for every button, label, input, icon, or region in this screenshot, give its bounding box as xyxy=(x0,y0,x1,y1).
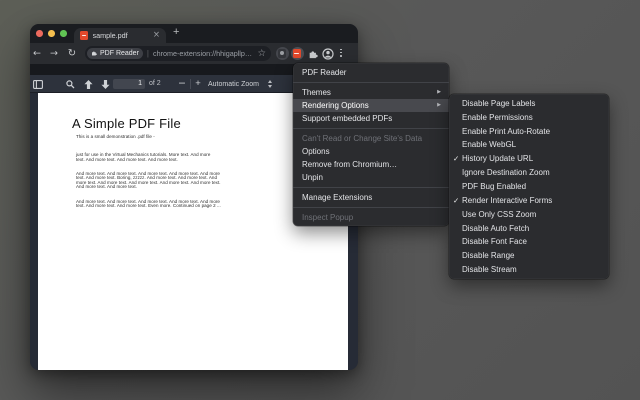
window-zoom-button[interactable] xyxy=(60,30,67,37)
menu-separator xyxy=(293,82,449,83)
back-button[interactable]: ← xyxy=(30,43,44,64)
submenu-item-enable-permissions[interactable]: Enable Permissions xyxy=(449,110,609,124)
url-separator: | xyxy=(147,49,149,58)
page-number-input[interactable]: 1 xyxy=(113,79,145,90)
window-minimize-button[interactable] xyxy=(48,30,55,37)
submenu-item-use-only-css-zoom[interactable]: Use Only CSS Zoom xyxy=(449,207,609,221)
new-tab-button[interactable]: + xyxy=(173,26,179,38)
bookmark-star-icon[interactable]: ☆ xyxy=(257,49,266,59)
submenu-item-disable-auto-fetch[interactable]: Disable Auto Fetch xyxy=(449,221,609,235)
tab-close-icon[interactable]: × xyxy=(153,31,160,40)
extension-glyph-icon xyxy=(278,49,287,58)
page-up-icon[interactable] xyxy=(84,80,93,89)
zoom-level-value: Automatic Zoom xyxy=(208,81,259,88)
submenu-item-enable-webgl[interactable]: Enable WebGL xyxy=(449,138,609,152)
extension-name-chip: PDF Reader xyxy=(87,48,143,60)
page-count-label: of 2 xyxy=(149,75,161,93)
zoom-in-button[interactable]: + xyxy=(193,75,203,93)
window-controls xyxy=(36,30,67,37)
extension-icon-generic[interactable] xyxy=(276,47,289,60)
tab-sample-pdf[interactable]: sample.pdf × xyxy=(74,28,166,44)
submenu-item-disable-page-labels[interactable]: Disable Page Labels xyxy=(449,97,609,111)
browser-toolbar: ← → ↻ PDF Reader | chrome-extension://hh… xyxy=(30,43,358,64)
submenu-item-render-interactive-forms[interactable]: ✓Render Interactive Forms xyxy=(449,193,609,207)
submenu-item-disable-stream[interactable]: Disable Stream xyxy=(449,263,609,277)
submenu-arrow-icon: ▶ xyxy=(437,89,441,95)
submenu-item-ignore-destination-zoom[interactable]: Ignore Destination Zoom xyxy=(449,166,609,180)
pdf-paragraph: just for use in the Virtual Mechanics tu… xyxy=(76,153,210,162)
pdf-reader-extension-icon[interactable] xyxy=(291,47,304,60)
submenu-item-disable-range[interactable]: Disable Range xyxy=(449,249,609,263)
pdf-paragraph: And more text. And more text. And more t… xyxy=(76,172,221,190)
menu-separator xyxy=(293,128,449,129)
tab-strip: sample.pdf × + xyxy=(30,24,358,43)
puzzle-icon xyxy=(91,50,97,56)
forward-button[interactable]: → xyxy=(47,43,61,64)
pdf-document-title: A Simple PDF File xyxy=(72,116,181,131)
extension-context-menu: PDF Reader Themes▶ Rendering Options▶ Su… xyxy=(293,63,449,226)
sidebar-toggle-icon[interactable] xyxy=(33,80,43,89)
browser-menu-kebab-icon[interactable] xyxy=(340,49,342,57)
select-arrows-icon xyxy=(268,80,272,88)
menu-item-themes[interactable]: Themes▶ xyxy=(293,86,449,99)
find-icon[interactable] xyxy=(66,80,75,89)
pdf-paragraph: And more text. And more text. And more t… xyxy=(76,200,221,209)
menu-item-inspect-popup: Inspect Popup xyxy=(293,211,449,224)
menu-separator xyxy=(293,207,449,208)
page-down-icon[interactable] xyxy=(101,80,110,89)
pdf-paragraph: This is a small demonstration .pdf file … xyxy=(76,135,155,140)
menu-item-pdf-reader[interactable]: PDF Reader xyxy=(293,66,449,79)
pdf-favicon-icon xyxy=(80,31,88,40)
menu-item-support-embedded-pdfs[interactable]: Support embedded PDFs xyxy=(293,112,449,125)
menu-separator xyxy=(293,187,449,188)
submenu-item-disable-font-face[interactable]: Disable Font Face xyxy=(449,235,609,249)
menu-item-site-data: Can't Read or Change Site's Data xyxy=(293,132,449,145)
checkmark-icon: ✓ xyxy=(453,154,462,163)
menu-item-unpin[interactable]: Unpin xyxy=(293,171,449,184)
extensions-puzzle-icon[interactable] xyxy=(308,49,318,59)
menu-item-manage-extensions[interactable]: Manage Extensions xyxy=(293,191,449,204)
submenu-item-pdf-bug-enabled[interactable]: PDF Bug Enabled xyxy=(449,180,609,194)
extension-chip-label: PDF Reader xyxy=(100,50,139,57)
window-close-button[interactable] xyxy=(36,30,43,37)
profile-avatar-icon[interactable] xyxy=(322,48,334,60)
submenu-arrow-icon: ▶ xyxy=(437,102,441,108)
menu-item-options[interactable]: Options xyxy=(293,145,449,158)
submenu-item-history-update-url[interactable]: ✓History Update URL xyxy=(449,152,609,166)
submenu-item-enable-print-auto-rotate[interactable]: Enable Print Auto-Rotate xyxy=(449,124,609,138)
rendering-options-submenu: Disable Page Labels Enable Permissions E… xyxy=(449,94,609,279)
checkmark-icon: ✓ xyxy=(453,196,462,205)
menu-item-remove-from-chromium[interactable]: Remove from Chromium… xyxy=(293,158,449,171)
tab-title: sample.pdf xyxy=(93,31,149,40)
address-url: chrome-extension://hhigapllp… xyxy=(153,49,254,58)
menu-item-rendering-options[interactable]: Rendering Options▶ xyxy=(293,99,449,112)
address-bar[interactable]: PDF Reader | chrome-extension://hhigapll… xyxy=(85,46,271,61)
pdf-logo-icon xyxy=(293,49,302,59)
reload-button[interactable]: ↻ xyxy=(65,43,79,64)
desktop-background: sample.pdf × + ← → ↻ PDF Reader | chrome… xyxy=(0,0,640,400)
zoom-out-button[interactable]: − xyxy=(177,75,187,93)
toolbar-divider xyxy=(190,79,191,89)
